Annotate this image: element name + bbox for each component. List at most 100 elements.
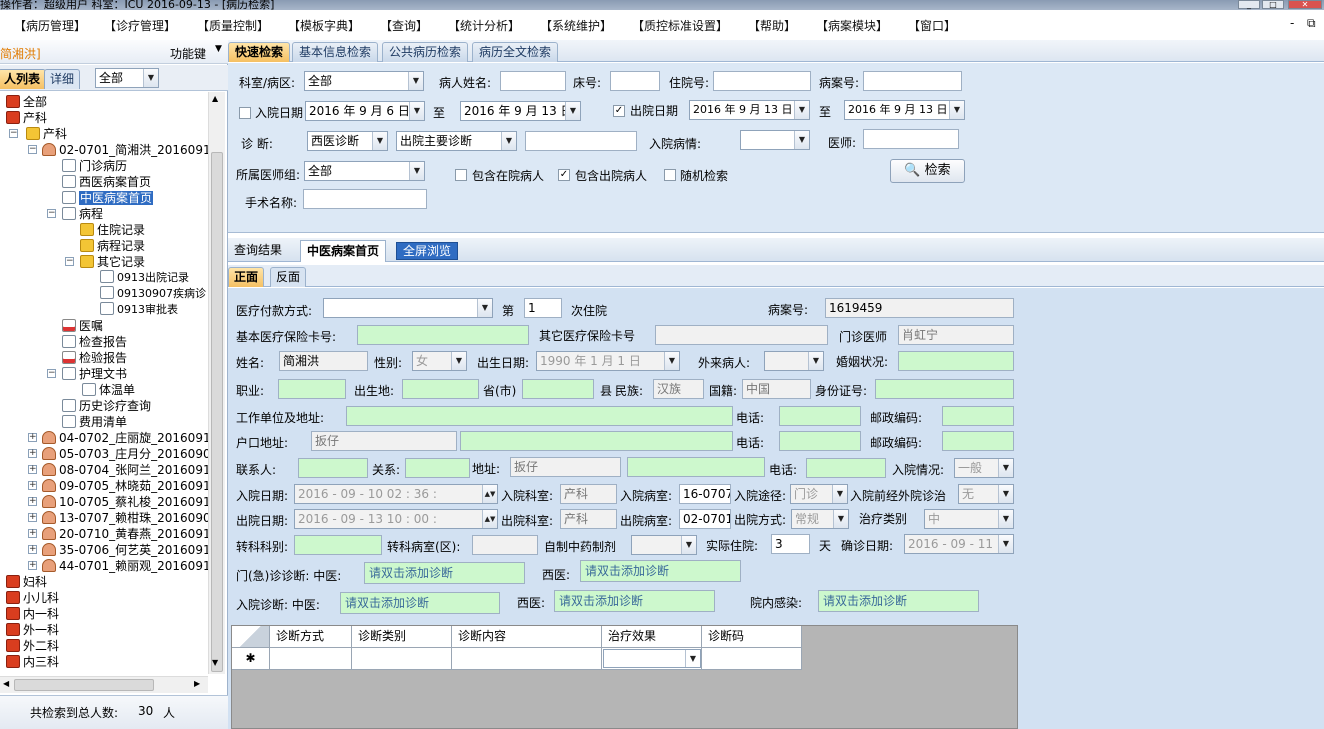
discharge-dept-field[interactable]: 产科 [560,509,617,529]
scroll-left-icon[interactable]: ◀ [3,679,9,688]
bed-input[interactable] [610,71,660,91]
tree-horizontal-scrollbar[interactable]: ◀ ▶ [0,676,208,693]
close-button[interactable]: ✕ [1288,0,1322,9]
pre-treatment-select[interactable]: 无 ▼ [958,484,1014,504]
collapse-icon[interactable]: − [47,209,56,218]
tree-node-department[interactable]: 小儿科 [6,590,59,606]
work-zip-input[interactable] [942,406,1014,426]
tree-node-approval[interactable]: 0913审批表 [100,302,178,318]
menu-window[interactable]: 【窗口】 [908,17,956,34]
outpatient-doctor-field[interactable]: 肖虹宁 [898,325,1014,345]
tab-tcm-home[interactable]: 中医病案首页 [300,240,387,262]
tree-node-department[interactable]: 妇科 [6,574,47,590]
calendar-dropdown-icon[interactable]: ▼ [998,535,1013,553]
diagnosis-kind-select[interactable]: 出院主要诊断 ▼ [396,131,517,151]
tab-query-result[interactable]: 查询结果 [228,240,288,262]
home-phone-input[interactable] [779,431,861,451]
scroll-thumb[interactable] [14,679,154,691]
chevron-down-icon[interactable]: ▼ [408,72,423,90]
tree-vertical-scrollbar[interactable]: ▲ ▼ [208,92,225,674]
tree-node-patient[interactable]: 08-0704_张阿兰_20160910 [42,462,208,478]
admit-condition-select[interactable]: ▼ [740,130,810,150]
expand-icon[interactable]: + [28,529,37,538]
calendar-dropdown-icon[interactable]: ▼ [794,101,809,119]
chevron-down-icon[interactable]: ▼ [501,132,516,150]
grid-cell[interactable] [452,648,602,670]
admit-ward-field[interactable]: 16-0707 [679,484,731,504]
tree-node-history[interactable]: 历史诊疗查询 [62,398,151,414]
home-address-field[interactable]: 扳仔 [311,431,457,451]
tree-node-lab[interactable]: 检验报告 [62,350,127,366]
minimize-button[interactable]: _ [1238,0,1260,9]
chevron-down-icon[interactable]: ▼ [681,536,696,554]
tree-node-patient[interactable]: 20-0710_黄春燕_20160911 [42,526,208,542]
grid-cell[interactable]: ▼ [602,648,702,670]
sex-select[interactable]: 女 ▼ [412,351,467,371]
infection-diagnosis[interactable]: 请双击添加诊断 [818,590,979,612]
grid-corner[interactable] [232,626,270,648]
menu-case-management[interactable]: 【病历管理】 [14,17,86,34]
chevron-down-icon[interactable]: ▼ [372,132,387,150]
diagnosis-input[interactable] [525,131,637,151]
search-button[interactable]: 🔍 检索 [890,159,965,183]
tree-node-patient[interactable]: 44-0701_赖丽观_20160910 [42,558,208,574]
menu-statistics[interactable]: 【统计分析】 [448,17,520,34]
grid-header-diagnosis-method[interactable]: 诊断方式 [270,626,352,648]
grid-header-diagnosis-content[interactable]: 诊断内容 [452,626,602,648]
nationality-field[interactable]: 中国 [742,379,811,399]
doctor-input[interactable] [863,129,959,149]
calendar-dropdown-icon[interactable]: ▼ [565,102,580,120]
expand-icon[interactable]: + [28,545,37,554]
tree-node-department[interactable]: 外二科 [6,638,59,654]
contact-phone-input[interactable] [806,458,886,478]
outpatient-tcm-diagnosis[interactable]: 请双击添加诊断 [364,562,525,584]
discharge-way-select[interactable]: 常规 ▼ [791,509,849,529]
discharge-ward-field[interactable]: 02-0701 [679,509,731,529]
tree-node-other-record[interactable]: 其它记录 [80,254,145,270]
scroll-up-icon[interactable]: ▲ [212,94,218,103]
maximize-button[interactable]: □ [1262,0,1284,9]
expand-icon[interactable]: + [28,481,37,490]
chevron-down-icon[interactable]: ▼ [794,131,809,149]
chevron-down-icon[interactable]: ▼ [998,510,1013,528]
random-search-checkbox[interactable] [664,169,676,181]
tree-node-department[interactable]: 内三科 [6,654,59,670]
birthplace-input[interactable] [402,379,479,399]
visit-number-input[interactable]: 1 [524,298,562,318]
tree-node-obstetrics-2[interactable]: 产科 [26,126,67,142]
patient-name-input[interactable] [500,71,566,91]
tree-node-patient[interactable]: 04-0702_庄丽旋_20160910 [42,430,208,446]
chevron-down-icon[interactable]: ▼ [451,352,466,370]
outside-patient-select[interactable]: ▼ [764,351,824,371]
admission-western-diagnosis[interactable]: 请双击添加诊断 [554,590,715,612]
mdi-restore-icon[interactable]: ⧉ [1307,16,1316,31]
diagnosis-type-select[interactable]: 西医诊断 ▼ [307,131,388,151]
menu-query[interactable]: 【查询】 [380,17,428,34]
doctor-group-select[interactable]: 全部 ▼ [304,161,425,181]
chevron-down-icon[interactable]: ▼ [998,485,1013,503]
discharge-from-picker[interactable]: 2016 年 9 月 13 日 ▼ [689,100,810,120]
menu-diagnosis[interactable]: 【诊疗管理】 [104,17,176,34]
tree-node-course[interactable]: 病程 [62,206,103,222]
chevron-down-icon[interactable]: ▼ [685,650,700,667]
home-zip-input[interactable] [942,431,1014,451]
collapse-icon[interactable]: − [9,129,18,138]
discharge-datetime-picker[interactable]: 2016 - 09 - 13 10 : 00 : ▲▼ [294,509,498,529]
work-address-input[interactable] [346,406,733,426]
tree-node-patient[interactable]: 35-0706_何艺英_20160913 [42,542,208,558]
treatment-effect-select[interactable]: ▼ [603,649,701,668]
contact-input[interactable] [298,458,368,478]
tree-node-temperature[interactable]: 体温单 [82,382,135,398]
tree-node-outpatient[interactable]: 门诊病历 [62,158,127,174]
contact-address-field[interactable]: 扳仔 [510,457,621,477]
tab-public-search[interactable]: 公共病历检索 [382,42,469,62]
admit-condition-select[interactable]: 一般 ▼ [954,458,1014,478]
expand-icon[interactable]: + [28,513,37,522]
tree-node-disease-record[interactable]: 0913090​7疾病诊 [100,286,206,302]
scroll-right-icon[interactable]: ▶ [194,679,200,688]
expand-icon[interactable]: + [28,497,37,506]
tree-node-orders[interactable]: 医嘱 [62,318,103,334]
grid-cell[interactable] [352,648,452,670]
tree-node-patient[interactable]: 09-0705_林晓茹_20160911 [42,478,208,494]
treatment-type-select[interactable]: 中 ▼ [924,509,1014,529]
